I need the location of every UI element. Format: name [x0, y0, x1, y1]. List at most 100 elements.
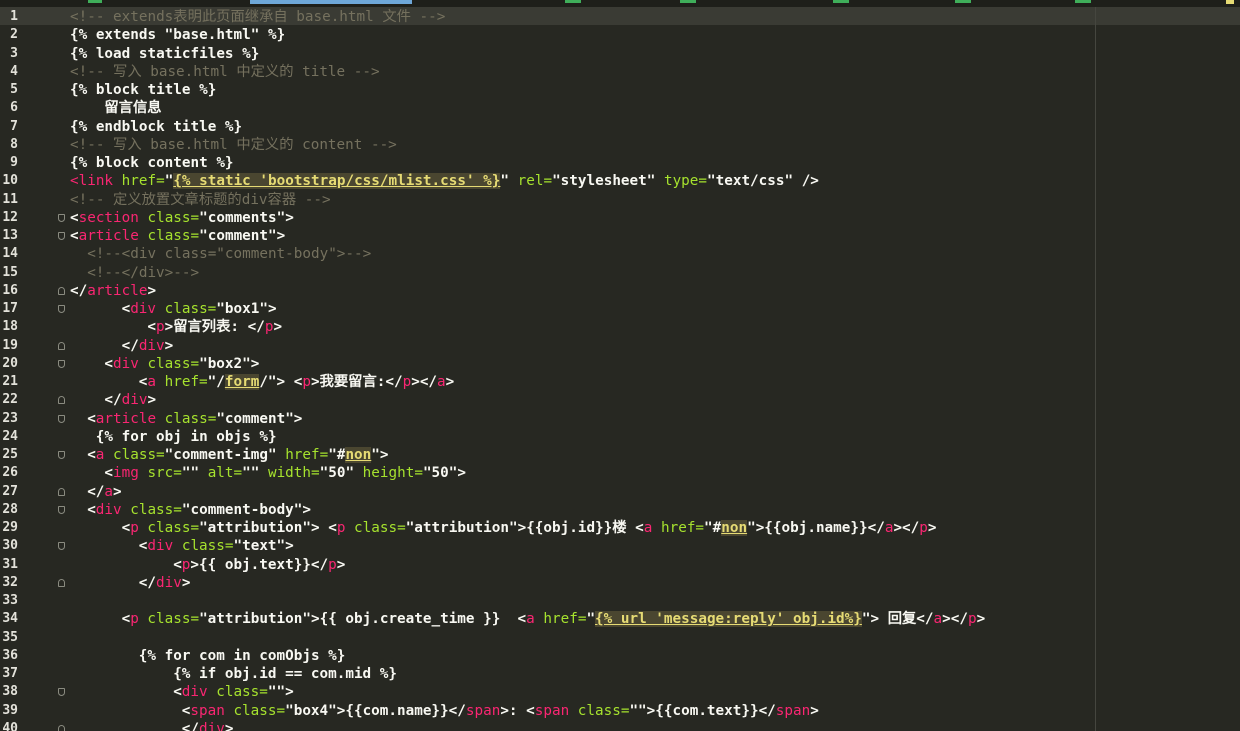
code-line[interactable]: 13 <article class="comment">	[0, 227, 1240, 245]
code-line[interactable]: 28 <div class="comment-body">	[0, 501, 1240, 519]
token: >我要留言:</	[310, 374, 403, 390]
code-line[interactable]: 35	[0, 629, 1240, 647]
code-text: {% if obj.id == com.mid %}	[173, 665, 397, 683]
token: >	[113, 483, 122, 500]
code-line[interactable]: 18 <p>留言列表: </p>	[0, 318, 1240, 336]
token: ""	[242, 465, 268, 482]
fold-toggle-icon[interactable]	[58, 542, 65, 551]
token: <	[87, 410, 96, 427]
code-line[interactable]: 19 </div>	[0, 337, 1240, 355]
code-text: <div class="text">	[139, 537, 294, 555]
code-line[interactable]: 25 <a class="comment-img" href="#non">	[0, 446, 1240, 464]
token: <	[121, 520, 131, 536]
code-text: <link href= "{% static 'bootstrap/css/mli…	[70, 172, 819, 190]
code-line[interactable]: 21 <a href="/form/"> <p>我要留言:</p></a>	[0, 373, 1240, 391]
code-line[interactable]: 16 </article>	[0, 282, 1240, 300]
code-line[interactable]: 12 <section class="comments">	[0, 209, 1240, 227]
fold-toggle-icon[interactable]	[58, 359, 65, 368]
code-line[interactable]: 6 留言信息	[0, 99, 1240, 117]
fold-toggle-icon[interactable]	[58, 414, 65, 423]
token: </	[104, 392, 122, 409]
token: <	[104, 465, 113, 482]
code-line[interactable]: 38 <div class="">	[0, 683, 1240, 701]
fold-toggle-icon[interactable]	[58, 305, 65, 313]
code-line[interactable]: 31 <p>{{ obj.text}}</p>	[0, 556, 1240, 574]
token: div	[199, 720, 225, 731]
code-line[interactable]: 17 <div class="box1">	[0, 300, 1240, 318]
code-line[interactable]: 30 <div class="text">	[0, 537, 1240, 555]
code-line[interactable]: 4 <!-- 写入 base.html 中定义的 title -->	[0, 63, 1240, 81]
code-line[interactable]: 2 {% extends "base.html" %}	[0, 26, 1240, 44]
token: </	[138, 574, 157, 591]
code-line[interactable]: 3 {% load staticfiles %}	[0, 45, 1240, 63]
code-line[interactable]: 29 <p class="attribution"> <p class="attr…	[0, 519, 1240, 537]
tab-marker[interactable]	[565, 0, 581, 3]
code-line[interactable]: 23 <article class="comment">	[0, 410, 1240, 428]
code-line[interactable]: 33	[0, 592, 1240, 610]
fold-toggle-icon[interactable]	[58, 505, 65, 514]
token: "attribution">{{obj.id}}楼 <	[405, 520, 644, 536]
line-number: 14	[2, 246, 18, 262]
code-line[interactable]: 40 </div>	[0, 720, 1240, 731]
code-line[interactable]: 36 {% for com in comObjs %}	[0, 647, 1240, 665]
line-number: 1	[10, 9, 18, 24]
code-line[interactable]: 9 {% block content %}	[0, 154, 1240, 172]
token: href=	[543, 611, 587, 628]
tab-active[interactable]	[250, 0, 412, 4]
code-line[interactable]: 1 <!-- extends表明此页面继承自 base.html 文件 -->	[0, 8, 1240, 26]
code-text: <p>留言列表: </p>	[147, 318, 282, 336]
code-line[interactable]: 24 {% for obj in objs %}	[0, 428, 1240, 446]
token: class=	[130, 501, 182, 518]
code-line[interactable]: 8 <!-- 写入 base.html 中定义的 content -->	[0, 136, 1240, 154]
code-line[interactable]: 34 <p class="attribution">{{ obj.create_t…	[0, 610, 1240, 628]
line-number: 22	[2, 392, 18, 408]
token: "attribution"> <	[199, 520, 337, 536]
token: </	[87, 483, 105, 500]
tab-marker[interactable]	[88, 0, 102, 3]
line-number: 36	[2, 647, 18, 663]
line-number: 12	[2, 209, 18, 225]
code-line[interactable]: 27 </a>	[0, 483, 1240, 501]
code-text: <!-- extends表明此页面继承自 base.html 文件 -->	[70, 8, 445, 26]
token: <	[173, 684, 182, 701]
code-line[interactable]: 37 {% if obj.id == com.mid %}	[0, 665, 1240, 683]
token: >	[273, 319, 283, 336]
code-text: {% endblock title %}	[70, 118, 242, 136]
code-line[interactable]: 22 </div>	[0, 391, 1240, 409]
fold-toggle-icon[interactable]	[58, 213, 65, 222]
tab-marker[interactable]	[1075, 0, 1091, 3]
token: class=	[233, 702, 286, 719]
code-line[interactable]: 10 <link href= "{% static 'bootstrap/css/m…	[0, 172, 1240, 190]
code-text: <article class="comment">	[70, 227, 285, 245]
fold-toggle-icon[interactable]	[58, 232, 65, 240]
tab-bar[interactable]	[0, 0, 1240, 7]
tab-marker[interactable]	[833, 0, 849, 3]
code-editor[interactable]: 1 <!-- extends表明此页面继承自 base.html 文件 --> 2 {…	[0, 0, 1240, 731]
token: ></	[942, 611, 968, 628]
token: "comments">	[199, 209, 294, 226]
token: class=	[354, 520, 406, 536]
line-number: 30	[2, 538, 18, 554]
code-line[interactable]: 32 </div>	[0, 574, 1240, 592]
code-line[interactable]: 14 <!--<div class="comment-body">-->	[0, 245, 1240, 263]
token: div	[121, 392, 148, 409]
line-number: 8	[10, 136, 18, 152]
token: div	[113, 355, 148, 372]
fold-toggle-icon[interactable]	[58, 451, 65, 459]
code-line[interactable]: 20 <div class="box2">	[0, 355, 1240, 373]
token: "comment-body">	[181, 501, 312, 518]
line-number: 17	[2, 301, 18, 316]
code-line[interactable]: 11 <!-- 定义放置文章标题的div容器 -->	[0, 191, 1240, 209]
code-line[interactable]: 15 <!--</div>-->	[0, 264, 1240, 282]
token: {% block content %}	[70, 155, 234, 171]
code-text: {% extends "base.html" %}	[70, 26, 285, 44]
code-line[interactable]: 26 <img src="" alt="" width="50" height="…	[0, 464, 1240, 482]
code-line[interactable]: 7 {% endblock title %}	[0, 118, 1240, 136]
tab-marker[interactable]	[680, 0, 696, 3]
token: p	[336, 520, 355, 536]
token: </	[70, 282, 88, 299]
code-line[interactable]: 5 {% block title %}	[0, 81, 1240, 99]
fold-toggle-icon[interactable]	[58, 688, 65, 697]
tab-marker[interactable]	[955, 0, 971, 3]
code-line[interactable]: 39 <span class="box4">{{com.name}}</span>…	[0, 702, 1240, 720]
